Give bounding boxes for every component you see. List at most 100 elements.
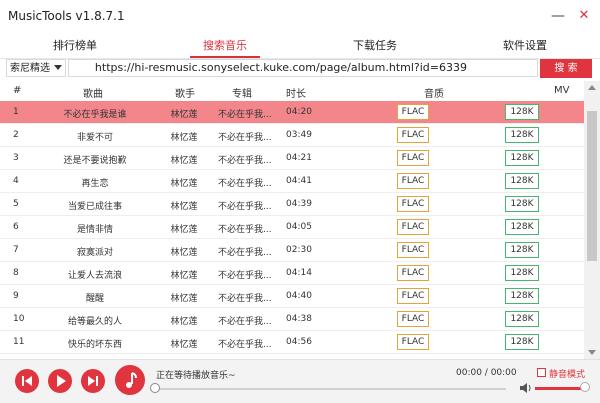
table-header: # 歌曲 歌手 专辑 时长 音质 MV [0, 81, 584, 101]
row-index: 11 [13, 337, 25, 347]
scroll-down-icon[interactable] [588, 350, 596, 355]
minimize-button[interactable]: — [548, 6, 568, 26]
source-select[interactable]: 索尼精选 [6, 59, 66, 77]
tab-charts[interactable]: 排行榜单 [0, 34, 150, 58]
table-row[interactable]: 9 醒醒 林忆莲 不必在乎我... 04:40 FLAC 128K [0, 285, 584, 308]
row-artist: 林忆莲 [170, 294, 198, 304]
skip-next-icon [88, 376, 98, 386]
tab-settings[interactable]: 软件设置 [450, 34, 600, 58]
row-album: 不必在乎我... [218, 133, 272, 143]
mv-128k-button[interactable]: 128K [505, 173, 539, 189]
mute-checkbox[interactable] [537, 368, 546, 377]
row-index: 6 [13, 222, 19, 232]
quality-flac-button[interactable]: FLAC [397, 265, 429, 281]
quality-flac-button[interactable]: FLAC [397, 104, 429, 120]
mv-128k-button[interactable]: 128K [505, 265, 539, 281]
search-input[interactable]: https://hi-resmusic.sonyselect.kuke.com/… [68, 59, 538, 77]
row-duration: 04:39 [286, 199, 312, 209]
row-artist: 林忆莲 [170, 156, 198, 166]
header-song: 歌曲 [83, 89, 103, 100]
mv-128k-button[interactable]: 128K [505, 242, 539, 258]
table-row[interactable]: 2 非爱不可 林忆莲 不必在乎我... 03:49 FLAC 128K [0, 124, 584, 147]
song-list: 1 不必在乎我是谁 林忆莲 不必在乎我... 04:20 FLAC 128K 2… [0, 101, 584, 359]
row-song: 给等最久的人 [67, 317, 122, 327]
row-artist: 林忆莲 [170, 179, 198, 189]
table-row[interactable]: 8 让爱人去流浪 林忆莲 不必在乎我... 04:14 FLAC 128K [0, 262, 584, 285]
row-duration: 04:20 [286, 107, 312, 117]
row-artist: 林忆莲 [170, 202, 198, 212]
mv-128k-button[interactable]: 128K [505, 150, 539, 166]
search-button[interactable]: 搜 索 [540, 59, 592, 78]
title-bar: MusicTools v1.8.7.1 — ✕ [0, 0, 600, 34]
mv-128k-button[interactable]: 128K [505, 334, 539, 350]
row-index: 3 [13, 153, 19, 163]
progress-bar[interactable] [154, 388, 506, 390]
row-artist: 林忆莲 [170, 340, 198, 350]
row-artist: 林忆莲 [170, 317, 198, 327]
row-song: 当爱已成往事 [67, 202, 122, 212]
row-song: 让爱人去流浪 [67, 271, 122, 281]
table-row[interactable]: 7 寂寞派对 林忆莲 不必在乎我... 02:30 FLAC 128K [0, 239, 584, 262]
row-album: 不必在乎我... [218, 110, 272, 120]
quality-flac-button[interactable]: FLAC [397, 288, 429, 304]
table-row[interactable]: 1 不必在乎我是谁 林忆莲 不必在乎我... 04:20 FLAC 128K [0, 101, 584, 124]
tab-downloads[interactable]: 下载任务 [300, 34, 450, 58]
quality-flac-button[interactable]: FLAC [397, 334, 429, 350]
row-album: 不必在乎我... [218, 340, 272, 350]
row-album: 不必在乎我... [218, 225, 272, 235]
progress-handle[interactable] [150, 383, 160, 393]
row-duration: 03:49 [286, 130, 312, 140]
table-row[interactable]: 11 快乐的坏东西 林忆莲 不必在乎我... 04:56 FLAC 128K [0, 331, 584, 354]
tab-search-music[interactable]: 搜索音乐 [150, 34, 300, 58]
volume-slider[interactable] [535, 387, 583, 390]
quality-flac-button[interactable]: FLAC [397, 150, 429, 166]
row-song: 不必在乎我是谁 [63, 110, 127, 120]
header-index: # [13, 85, 22, 96]
table-row[interactable]: 6 是情非情 林忆莲 不必在乎我... 04:05 FLAC 128K [0, 216, 584, 239]
music-note-icon [115, 365, 145, 395]
row-index: 2 [13, 130, 19, 140]
scroll-up-icon[interactable] [588, 85, 596, 90]
table-row[interactable]: 10 给等最久的人 林忆莲 不必在乎我... 04:38 FLAC 128K [0, 308, 584, 331]
now-playing-status: 正在等待播放音乐~ [156, 371, 236, 381]
quality-flac-button[interactable]: FLAC [397, 219, 429, 235]
row-album: 不必在乎我... [218, 248, 272, 258]
row-song: 寂寞派对 [76, 248, 113, 258]
mute-label: 静音模式 [549, 370, 586, 380]
close-button[interactable]: ✕ [574, 6, 594, 26]
quality-flac-button[interactable]: FLAC [397, 127, 429, 143]
row-album: 不必在乎我... [218, 179, 272, 189]
row-duration: 02:30 [286, 245, 312, 255]
playback-time: 00:00 / 00:00 [456, 368, 517, 378]
mv-128k-button[interactable]: 128K [505, 219, 539, 235]
play-button[interactable] [48, 369, 72, 393]
mv-128k-button[interactable]: 128K [505, 311, 539, 327]
row-index: 1 [13, 107, 19, 117]
player-bar: 正在等待播放音乐~ 00:00 / 00:00 静音模式 [0, 359, 600, 403]
table-row[interactable]: 4 再生恋 林忆莲 不必在乎我... 04:41 FLAC 128K [0, 170, 584, 193]
volume-fill [535, 387, 583, 390]
quality-flac-button[interactable]: FLAC [397, 173, 429, 189]
window-controls: — ✕ [548, 6, 594, 26]
row-index: 9 [13, 291, 19, 301]
quality-flac-button[interactable]: FLAC [397, 196, 429, 212]
header-duration: 时长 [286, 89, 306, 100]
quality-flac-button[interactable]: FLAC [397, 242, 429, 258]
row-album: 不必在乎我... [218, 202, 272, 212]
mv-128k-button[interactable]: 128K [505, 104, 539, 120]
mv-128k-button[interactable]: 128K [505, 196, 539, 212]
row-duration: 04:38 [286, 314, 312, 324]
mv-128k-button[interactable]: 128K [505, 288, 539, 304]
previous-track-button[interactable] [15, 369, 39, 393]
table-row[interactable]: 3 还是不要说抱歉 林忆莲 不必在乎我... 04:21 FLAC 128K [0, 147, 584, 170]
quality-flac-button[interactable]: FLAC [397, 311, 429, 327]
next-track-button[interactable] [81, 369, 105, 393]
list-scrollbar[interactable] [584, 81, 600, 359]
source-select-value: 索尼精选 [10, 63, 50, 74]
app-title: MusicTools v1.8.7.1 [8, 9, 125, 23]
table-row[interactable]: 5 当爱已成往事 林忆莲 不必在乎我... 04:39 FLAC 128K [0, 193, 584, 216]
scroll-thumb[interactable] [587, 111, 597, 261]
row-duration: 04:56 [286, 337, 312, 347]
mv-128k-button[interactable]: 128K [505, 127, 539, 143]
volume-handle[interactable] [580, 382, 590, 392]
